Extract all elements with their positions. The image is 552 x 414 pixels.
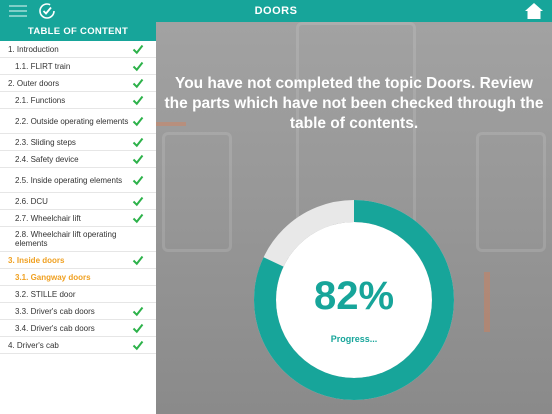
check-icon xyxy=(132,61,144,72)
toc-item[interactable]: 3.3. Driver's cab doors xyxy=(0,303,156,320)
toc-item[interactable]: 2.8. Wheelchair lift operating elements xyxy=(0,227,156,252)
toc-item[interactable]: 2.3. Sliding steps xyxy=(0,134,156,151)
check-icon xyxy=(132,154,144,165)
top-bar: DOORS xyxy=(0,0,552,22)
check-icon xyxy=(132,95,144,106)
check-icon xyxy=(132,255,144,266)
toc-item[interactable]: 1. Introduction xyxy=(0,41,156,58)
main-panel: You have not completed the topic Doors. … xyxy=(156,22,552,414)
toc-item[interactable]: 3. Inside doors xyxy=(0,252,156,269)
progress-percent: 82% xyxy=(313,274,395,318)
toc-item-label: 2.2. Outside operating elements xyxy=(15,116,129,126)
table-of-contents: TABLE OF CONTENT 1. Introduction 1.1. FLI… xyxy=(0,22,156,414)
toc-item-label: 2.4. Safety device xyxy=(15,154,79,164)
background-handrail xyxy=(484,272,490,332)
toc-item-label: 2.1. Functions xyxy=(15,95,66,105)
check-icon xyxy=(132,196,144,207)
toc-item[interactable]: 2.4. Safety device xyxy=(0,151,156,168)
toc-item[interactable]: 2. Outer doors xyxy=(0,75,156,92)
toc-item[interactable]: 2.5. Inside operating elements xyxy=(0,168,156,193)
background-window xyxy=(476,132,546,252)
toc-item[interactable]: 4. Driver's cab xyxy=(0,337,156,354)
toc-item-label: 3. Inside doors xyxy=(8,255,65,265)
toc-item-label: 3.2. STILLE door xyxy=(15,289,76,299)
check-icon xyxy=(132,78,144,89)
toc-item-label: 1. Introduction xyxy=(8,44,59,54)
home-icon[interactable] xyxy=(524,2,544,20)
toc-item-label: 4. Driver's cab xyxy=(8,340,59,350)
toc-item-label: 3.1. Gangway doors xyxy=(15,272,91,282)
incomplete-topic-message: You have not completed the topic Doors. … xyxy=(164,75,544,132)
toc-item-label: 3.4. Driver's cab doors xyxy=(15,323,95,333)
toc-item-label: 2.6. DCU xyxy=(15,196,48,206)
check-icon xyxy=(132,137,144,148)
toc-item-label: 1.1. FLIRT train xyxy=(15,61,71,71)
toc-title: TABLE OF CONTENT xyxy=(0,22,156,41)
toc-item-label: 2. Outer doors xyxy=(8,78,60,88)
toc-item-label: 3.3. Driver's cab doors xyxy=(15,306,95,316)
check-icon xyxy=(132,213,144,224)
check-icon xyxy=(132,44,144,55)
check-icon xyxy=(132,323,144,334)
toc-item[interactable]: 3.2. STILLE door xyxy=(0,286,156,303)
toc-item-label: 2.8. Wheelchair lift operating elements xyxy=(15,230,117,248)
toc-item-label: 2.7. Wheelchair lift xyxy=(15,213,81,223)
toc-item[interactable]: 3.4. Driver's cab doors xyxy=(0,320,156,337)
toc-item[interactable]: 2.1. Functions xyxy=(0,92,156,109)
check-icon xyxy=(132,340,144,351)
page-title: DOORS xyxy=(254,5,298,17)
toc-list: 1. Introduction 1.1. FLIRT train 2. Outer … xyxy=(0,41,156,354)
toc-item[interactable]: 1.1. FLIRT train xyxy=(0,58,156,75)
background-window xyxy=(162,132,232,252)
check-icon xyxy=(132,116,144,127)
toc-item-label: 2.5. Inside operating elements xyxy=(15,175,123,185)
toc-item[interactable]: 3.1. Gangway doors xyxy=(0,269,156,286)
toc-item-label: 2.3. Sliding steps xyxy=(15,137,76,147)
toc-item[interactable]: 2.2. Outside operating elements xyxy=(0,109,156,134)
progress-label: Progress... xyxy=(330,334,378,344)
check-icon xyxy=(132,306,144,317)
toc-item[interactable]: 2.7. Wheelchair lift xyxy=(0,210,156,227)
check-icon xyxy=(132,175,144,186)
toc-item[interactable]: 2.6. DCU xyxy=(0,193,156,210)
